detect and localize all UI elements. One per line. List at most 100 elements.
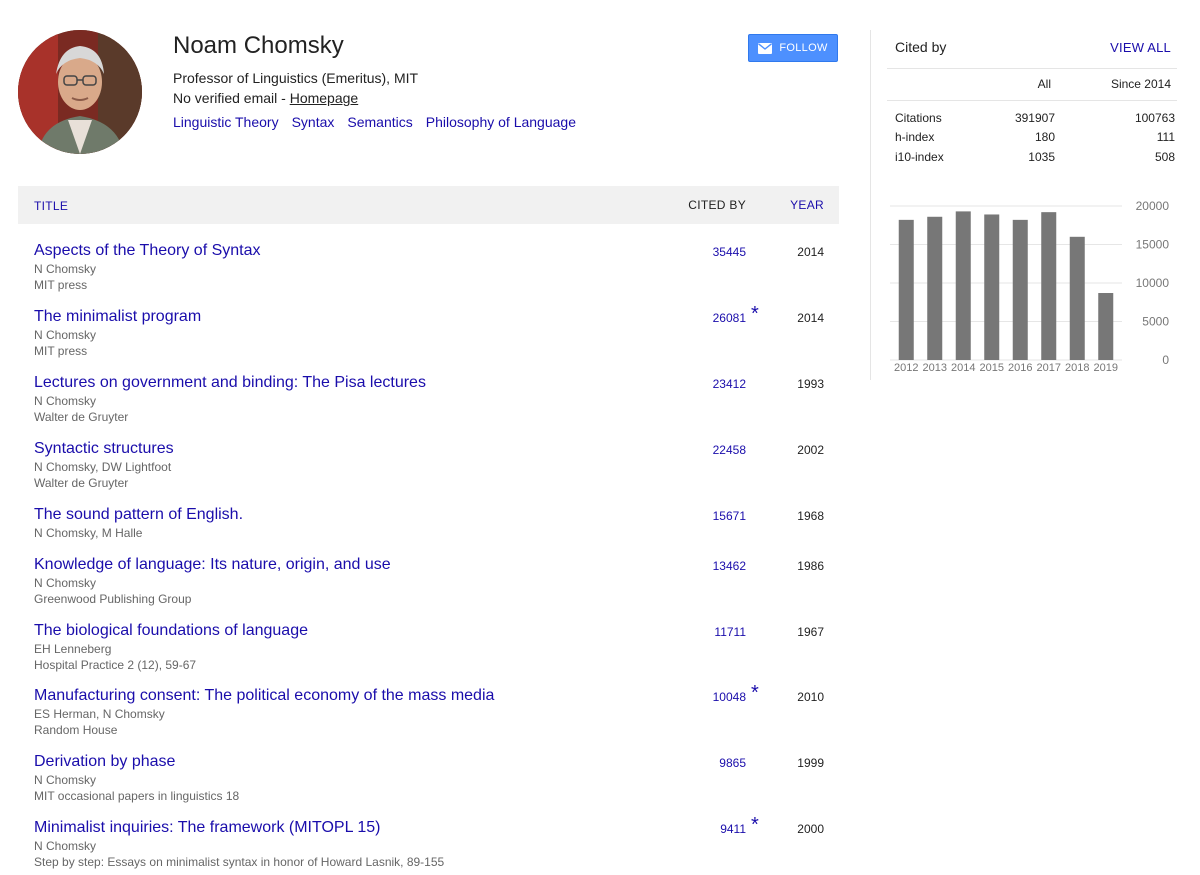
publication-title[interactable]: Knowledge of language: Its nature, origi… <box>34 556 391 574</box>
stats-label: i10-index <box>895 150 944 164</box>
publication-year: 1993 <box>797 377 824 391</box>
cited-by-count[interactable]: 9411 <box>720 822 746 836</box>
publication-title[interactable]: The sound pattern of English. <box>34 506 243 524</box>
publication-venue: Random House <box>34 723 118 737</box>
x-tick-label: 2014 <box>951 362 975 374</box>
stats-col-since: Since 2014 <box>1110 77 1171 91</box>
email-line: No verified email - Homepage <box>173 90 358 106</box>
chart-bar-2019[interactable] <box>1098 293 1114 360</box>
publication-title[interactable]: Manufacturing consent: The political eco… <box>34 687 494 705</box>
chart-bar-2015[interactable] <box>984 214 1000 360</box>
publication-year: 1999 <box>797 756 824 770</box>
publication-venue: Hospital Practice 2 (12), 59-67 <box>34 658 197 672</box>
stats-row-h-index: h-index 180 111 <box>895 130 1175 148</box>
publication-title[interactable]: The biological foundations of language <box>34 622 308 640</box>
stats-label: h-index <box>895 130 935 144</box>
cited-by-count[interactable]: 10048 <box>713 690 746 704</box>
stats-value-since: 111 <box>1156 130 1175 144</box>
publication-authors: N Chomsky <box>34 394 97 408</box>
publication-title[interactable]: Minimalist inquiries: The framework (MIT… <box>34 819 380 837</box>
x-tick-label: 2018 <box>1065 362 1089 374</box>
publication-authors: ES Herman, N Chomsky <box>34 707 165 721</box>
cited-by-count[interactable]: 15671 <box>713 509 746 523</box>
stats-row-i10-index: i10-index 1035 508 <box>895 150 1175 168</box>
publication-title[interactable]: Lectures on government and binding: The … <box>34 374 426 392</box>
y-tick-label: 5000 <box>1142 315 1169 329</box>
publication-year: 1986 <box>797 559 824 573</box>
publication-authors: N Chomsky <box>34 576 97 590</box>
chart-bar-2017[interactable] <box>1041 212 1057 360</box>
cited-by-count[interactable]: 9865 <box>719 756 746 770</box>
stats-row-citations: Citations 391907 100763 <box>895 111 1175 129</box>
sort-by-title[interactable]: TITLE <box>34 199 68 213</box>
chart-bar-2014[interactable] <box>955 211 971 360</box>
publication-year: 2014 <box>797 311 824 325</box>
publications-table: TITLE CITED BY YEAR Aspects of the Theor… <box>18 186 839 869</box>
chart-bar-2016[interactable] <box>1012 219 1028 360</box>
publication-title[interactable]: Aspects of the Theory of Syntax <box>34 242 261 260</box>
publication-authors: EH Lenneberg <box>34 642 112 656</box>
interest-link-linguistic-theory[interactable]: Linguistic Theory <box>173 114 279 130</box>
interest-link-semantics[interactable]: Semantics <box>347 114 412 130</box>
publication-venue: MIT press <box>34 344 88 358</box>
stats-col-all: All <box>1037 77 1051 91</box>
cited-by-count[interactable]: 35445 <box>713 245 746 259</box>
cited-by-count[interactable]: 22458 <box>713 443 746 457</box>
sort-by-cited[interactable]: CITED BY <box>688 198 746 212</box>
envelope-icon <box>758 42 773 54</box>
publication-title[interactable]: Derivation by phase <box>34 753 175 771</box>
publication-authors: N Chomsky <box>34 328 97 342</box>
stats-label: Citations <box>895 111 942 125</box>
cited-by-count[interactable]: 23412 <box>713 377 746 391</box>
publication-venue: MIT press <box>34 278 88 292</box>
publication-year: 1968 <box>797 509 824 523</box>
y-tick-label: 15000 <box>1136 238 1170 252</box>
profile-affiliation: Professor of Linguistics (Emeritus), MIT <box>173 70 419 86</box>
publication-title[interactable]: Syntactic structures <box>34 440 174 458</box>
interest-link-philosophy-of-language[interactable]: Philosophy of Language <box>426 114 576 130</box>
follow-label: FOLLOW <box>779 42 828 54</box>
publication-venue: Walter de Gruyter <box>34 410 129 424</box>
x-tick-label: 2017 <box>1037 362 1061 374</box>
citations-per-year-chart: 20000 15000 10000 5000 0 2012 2013 2014 2015 2016… <box>890 199 1170 374</box>
avatar[interactable] <box>18 30 142 154</box>
publication-year: 2000 <box>797 822 824 836</box>
follow-button[interactable]: FOLLOW <box>748 34 838 62</box>
profile-name: Noam Chomsky <box>173 32 344 59</box>
publication-authors: N Chomsky <box>34 839 97 853</box>
publication-venue: MIT occasional papers in linguistics 18 <box>34 789 240 803</box>
publication-authors: N Chomsky, M Halle <box>34 526 143 540</box>
publication-authors: N Chomsky <box>34 773 97 787</box>
cited-by-count[interactable]: 11711 <box>714 625 746 639</box>
homepage-link[interactable]: Homepage <box>290 90 359 106</box>
cited-by-count[interactable]: 26081 <box>713 311 746 325</box>
y-tick-label: 20000 <box>1136 199 1170 213</box>
interest-link-syntax[interactable]: Syntax <box>292 114 335 130</box>
profile-header: Noam Chomsky Professor of Linguistics (E… <box>18 28 838 158</box>
chart-bar-2018[interactable] <box>1069 236 1085 360</box>
view-all-link[interactable]: VIEW ALL <box>1110 40 1171 55</box>
avatar-image <box>18 30 142 154</box>
stats-value-since: 100763 <box>1134 111 1175 125</box>
publication-authors: N Chomsky, DW Lightfoot <box>34 460 172 474</box>
divider <box>887 68 1177 69</box>
publication-year: 2014 <box>797 245 824 259</box>
chart-bar-2013[interactable] <box>927 216 943 360</box>
email-status: No verified email - <box>173 90 290 106</box>
publication-venue: Walter de Gruyter <box>34 476 129 490</box>
sort-by-year[interactable]: YEAR <box>790 198 824 212</box>
x-tick-label: 2019 <box>1094 362 1118 374</box>
stats-value-all: 391907 <box>1014 111 1055 125</box>
divider <box>887 100 1177 101</box>
publication-venue: Step by step: Essays on minimalist synta… <box>34 855 445 869</box>
merged-citations-star: * <box>751 303 759 325</box>
cited-by-title: Cited by <box>895 39 947 55</box>
x-tick-label: 2012 <box>894 362 918 374</box>
stats-value-all: 1035 <box>1028 150 1055 164</box>
publication-year: 1967 <box>797 625 824 639</box>
publication-title[interactable]: The minimalist program <box>34 308 201 326</box>
cited-by-count[interactable]: 13462 <box>713 559 746 573</box>
y-tick-label: 0 <box>1162 353 1169 367</box>
chart-bar-2012[interactable] <box>898 219 914 360</box>
x-tick-label: 2015 <box>980 362 1004 374</box>
